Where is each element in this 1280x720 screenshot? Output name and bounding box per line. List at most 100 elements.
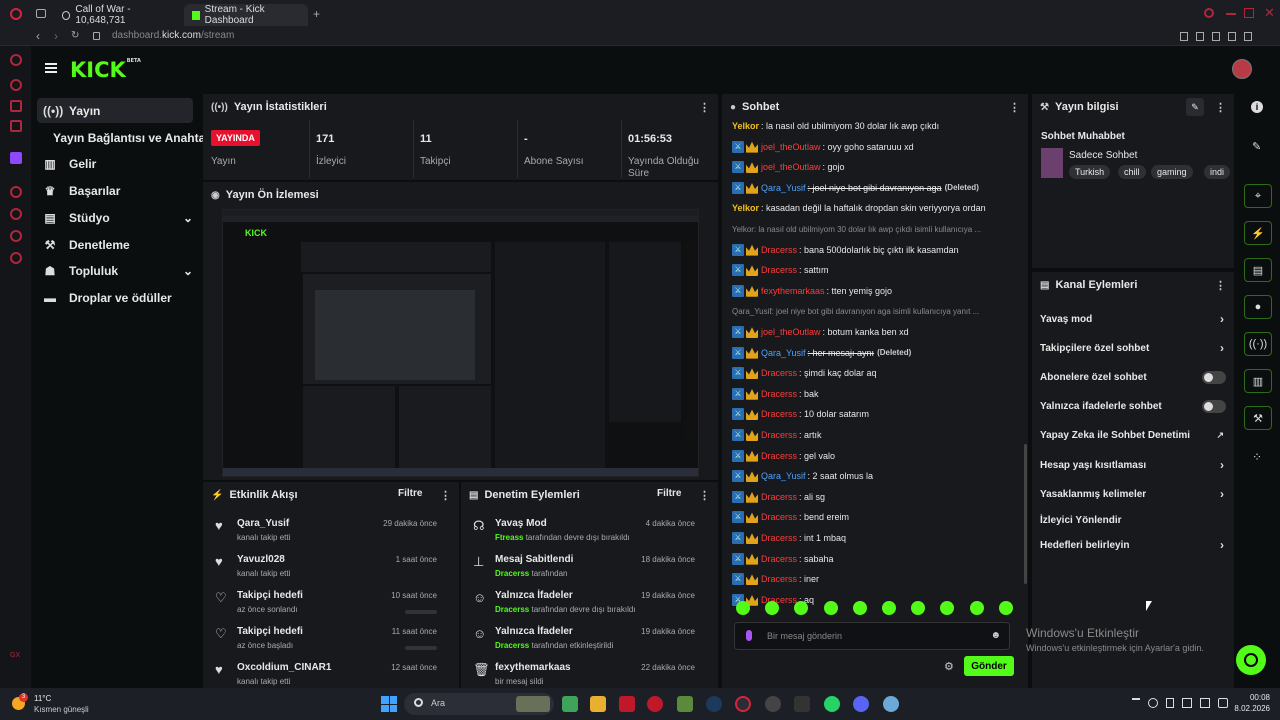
chat-message[interactable]: ⚔ Dracerss: şimdi kaç dolar aq (732, 365, 877, 381)
chat-username[interactable]: Dracerss (761, 492, 797, 502)
weather-widget[interactable]: 3 11°C Kısmen güneşli (10, 693, 100, 715)
sidebar-app-icon[interactable] (10, 79, 22, 91)
chat-username[interactable]: joel_theOutlaw (761, 142, 821, 152)
chat-username[interactable]: Yelkor (732, 121, 759, 131)
nav-item-achievements[interactable]: ♛ Başarılar (37, 178, 193, 203)
discord-icon[interactable] (853, 696, 869, 712)
app-icon[interactable] (647, 696, 663, 712)
emote-icon[interactable] (736, 601, 750, 615)
chat-message[interactable]: Yelkor: kasadan değil la haftalık dropda… (732, 200, 986, 216)
folder-icon[interactable] (590, 696, 606, 712)
chat-username[interactable]: Qara_Yusif (761, 348, 806, 358)
more-options-icon[interactable]: ⋮ (1009, 101, 1020, 114)
nav-item-stream[interactable]: ((•)) Yayın (37, 98, 193, 123)
gx-icon[interactable]: GX (10, 652, 20, 659)
chat-username[interactable]: Qara_Yusif (761, 183, 806, 193)
app-icon[interactable] (765, 696, 781, 712)
opera-icon[interactable] (735, 696, 751, 712)
action-followers-only[interactable]: Takipçilere özel sohbet › (1040, 337, 1230, 359)
epic-games-icon[interactable] (794, 696, 810, 712)
action-banned-words[interactable]: Yasaklanmış kelimeler › (1040, 483, 1230, 505)
chat-message[interactable]: ⚔ Qara_Yusif: joel niye bot gibi davranıy… (732, 180, 979, 196)
nav-item-revenue[interactable]: ▥ Gelir (37, 151, 193, 176)
chat-message[interactable]: ⚔ joel_theOutlaw: botum kanka ben xd (732, 324, 909, 340)
chat-username[interactable]: Dracerss (761, 409, 797, 419)
chat-username[interactable]: joel_theOutlaw (761, 162, 821, 172)
chat-username[interactable]: Qara_Yusif (761, 471, 806, 481)
chat-reply-preview[interactable]: Yelkor: la nasıl old ubilmiyom 30 dolar … (732, 221, 981, 237)
chat-username[interactable]: Dracerss (761, 451, 797, 461)
action-account-age[interactable]: Hesap yaşı kısıtlaması › (1040, 454, 1230, 476)
nav-item-community[interactable]: ☗ Topluluk ⌄ (37, 258, 193, 283)
chat-settings-icon[interactable]: ⚙ (944, 660, 954, 673)
tray-icons[interactable] (1132, 698, 1228, 708)
chat-message[interactable]: ⚔ Qara_Yusif: her mesajı aynı (Deleted) (732, 345, 911, 361)
opera-logo-icon[interactable] (10, 8, 22, 20)
chat-username[interactable]: Dracerss (761, 245, 797, 255)
settings-icon[interactable] (10, 252, 22, 264)
tab-call-of-war[interactable]: Call of War - 10,648,731 (54, 4, 182, 26)
chat-message[interactable]: ⚔ Dracerss: sabaha (732, 551, 834, 567)
minecraft-icon[interactable] (677, 696, 693, 712)
chat-username[interactable]: joel_theOutlaw (761, 327, 821, 337)
nav-item-moderation[interactable]: ⚒ Denetleme (37, 232, 193, 257)
nav-item-studio[interactable]: ▤ Stüdyo ⌄ (37, 205, 193, 230)
tab-kick-dashboard[interactable]: Stream - Kick Dashboard (184, 4, 308, 26)
workspaces-icon[interactable] (36, 9, 46, 18)
chat-username[interactable]: Dracerss (761, 533, 797, 543)
chat-message[interactable]: ⚔ Qara_Yusif: 2 saat olmus la (732, 468, 873, 484)
stream-preview-video[interactable]: KICK (222, 209, 699, 477)
chat-message[interactable]: ⚔ joel_theOutlaw: oyy goho sataruuu xd (732, 139, 914, 155)
tool-document-icon[interactable]: ▤ (1244, 258, 1272, 282)
start-button[interactable] (381, 696, 397, 712)
emote-icon[interactable] (765, 601, 780, 615)
chat-username[interactable]: Dracerss (761, 368, 797, 378)
filter-button[interactable]: Filtre (398, 488, 422, 499)
chat-message[interactable]: ⚔ Dracerss: bend ereim (732, 509, 849, 525)
chat-message[interactable]: ⚔ Dracerss: int 1 mbaq (732, 530, 846, 546)
sidebar-app-icon[interactable] (10, 100, 22, 112)
emote-icon[interactable] (882, 601, 896, 615)
action-ai-moderation[interactable]: Yapay Zeka ile Sohbet Denetimi ↗ (1040, 424, 1230, 446)
chat-reply-preview[interactable]: Qara_Yusif: joel niye bot gibi davranıyo… (732, 303, 979, 319)
emotes-only-toggle[interactable] (1202, 399, 1226, 413)
sidebar-app-icon[interactable] (10, 54, 22, 66)
settings-icon[interactable] (883, 696, 899, 712)
chat-message[interactable]: ⚔ Dracerss: artık (732, 427, 822, 443)
back-icon[interactable]: ‹ (36, 29, 40, 43)
emote-icon[interactable] (852, 601, 867, 615)
maximize-icon[interactable] (1244, 8, 1254, 18)
chat-message[interactable]: ⚔ Dracerss: iner (732, 571, 819, 587)
sidebar-app-icon[interactable] (10, 208, 22, 220)
action-set-goals[interactable]: Hedefleri belirleyin › (1040, 534, 1230, 556)
emote-icon[interactable] (794, 601, 809, 615)
chat-username[interactable]: Dracerss (761, 574, 797, 584)
avatar[interactable] (1232, 59, 1252, 79)
edit-icon[interactable]: ✎ (1186, 98, 1204, 116)
chat-message[interactable]: ⚔ fexythemarkaas: tten yemiş gojo (732, 283, 892, 299)
sidebar-app-icon[interactable] (10, 120, 22, 132)
tool-lightning-icon[interactable]: ⚡ (1244, 221, 1272, 245)
tool-camera-icon[interactable]: ⌖ (1244, 184, 1272, 208)
emoji-picker-icon[interactable]: ☻ (990, 630, 1001, 641)
chat-username[interactable]: Dracerss (761, 430, 797, 440)
kick-logo[interactable]: KICKBETA (70, 58, 141, 82)
chat-message[interactable]: ⚔ Dracerss: sattım (732, 262, 829, 278)
send-button[interactable]: Gönder (964, 656, 1014, 676)
chat-username[interactable]: Dracerss (761, 554, 797, 564)
emote-icon[interactable] (969, 601, 984, 615)
chat-username[interactable]: Dracerss (761, 389, 797, 399)
emote-icon[interactable] (823, 601, 838, 615)
chat-username[interactable]: Dracerss (761, 512, 797, 522)
chat-message[interactable]: ⚔ joel_theOutlaw: gojo (732, 159, 845, 175)
more-options-icon[interactable]: ⋮ (699, 101, 710, 114)
tool-broadcast-icon[interactable]: ((·)) (1244, 332, 1272, 356)
chat-message[interactable]: ⚔ Dracerss: bak (732, 386, 819, 402)
chat-username[interactable]: fexythemarkaas (761, 286, 825, 296)
info-icon[interactable]: i (1251, 101, 1263, 113)
emote-icon[interactable] (998, 601, 1013, 615)
emote-icon[interactable] (911, 601, 926, 615)
more-options-icon[interactable]: ⋮ (1215, 101, 1226, 114)
menu-icon[interactable] (45, 63, 57, 73)
twitch-icon[interactable] (10, 152, 22, 164)
